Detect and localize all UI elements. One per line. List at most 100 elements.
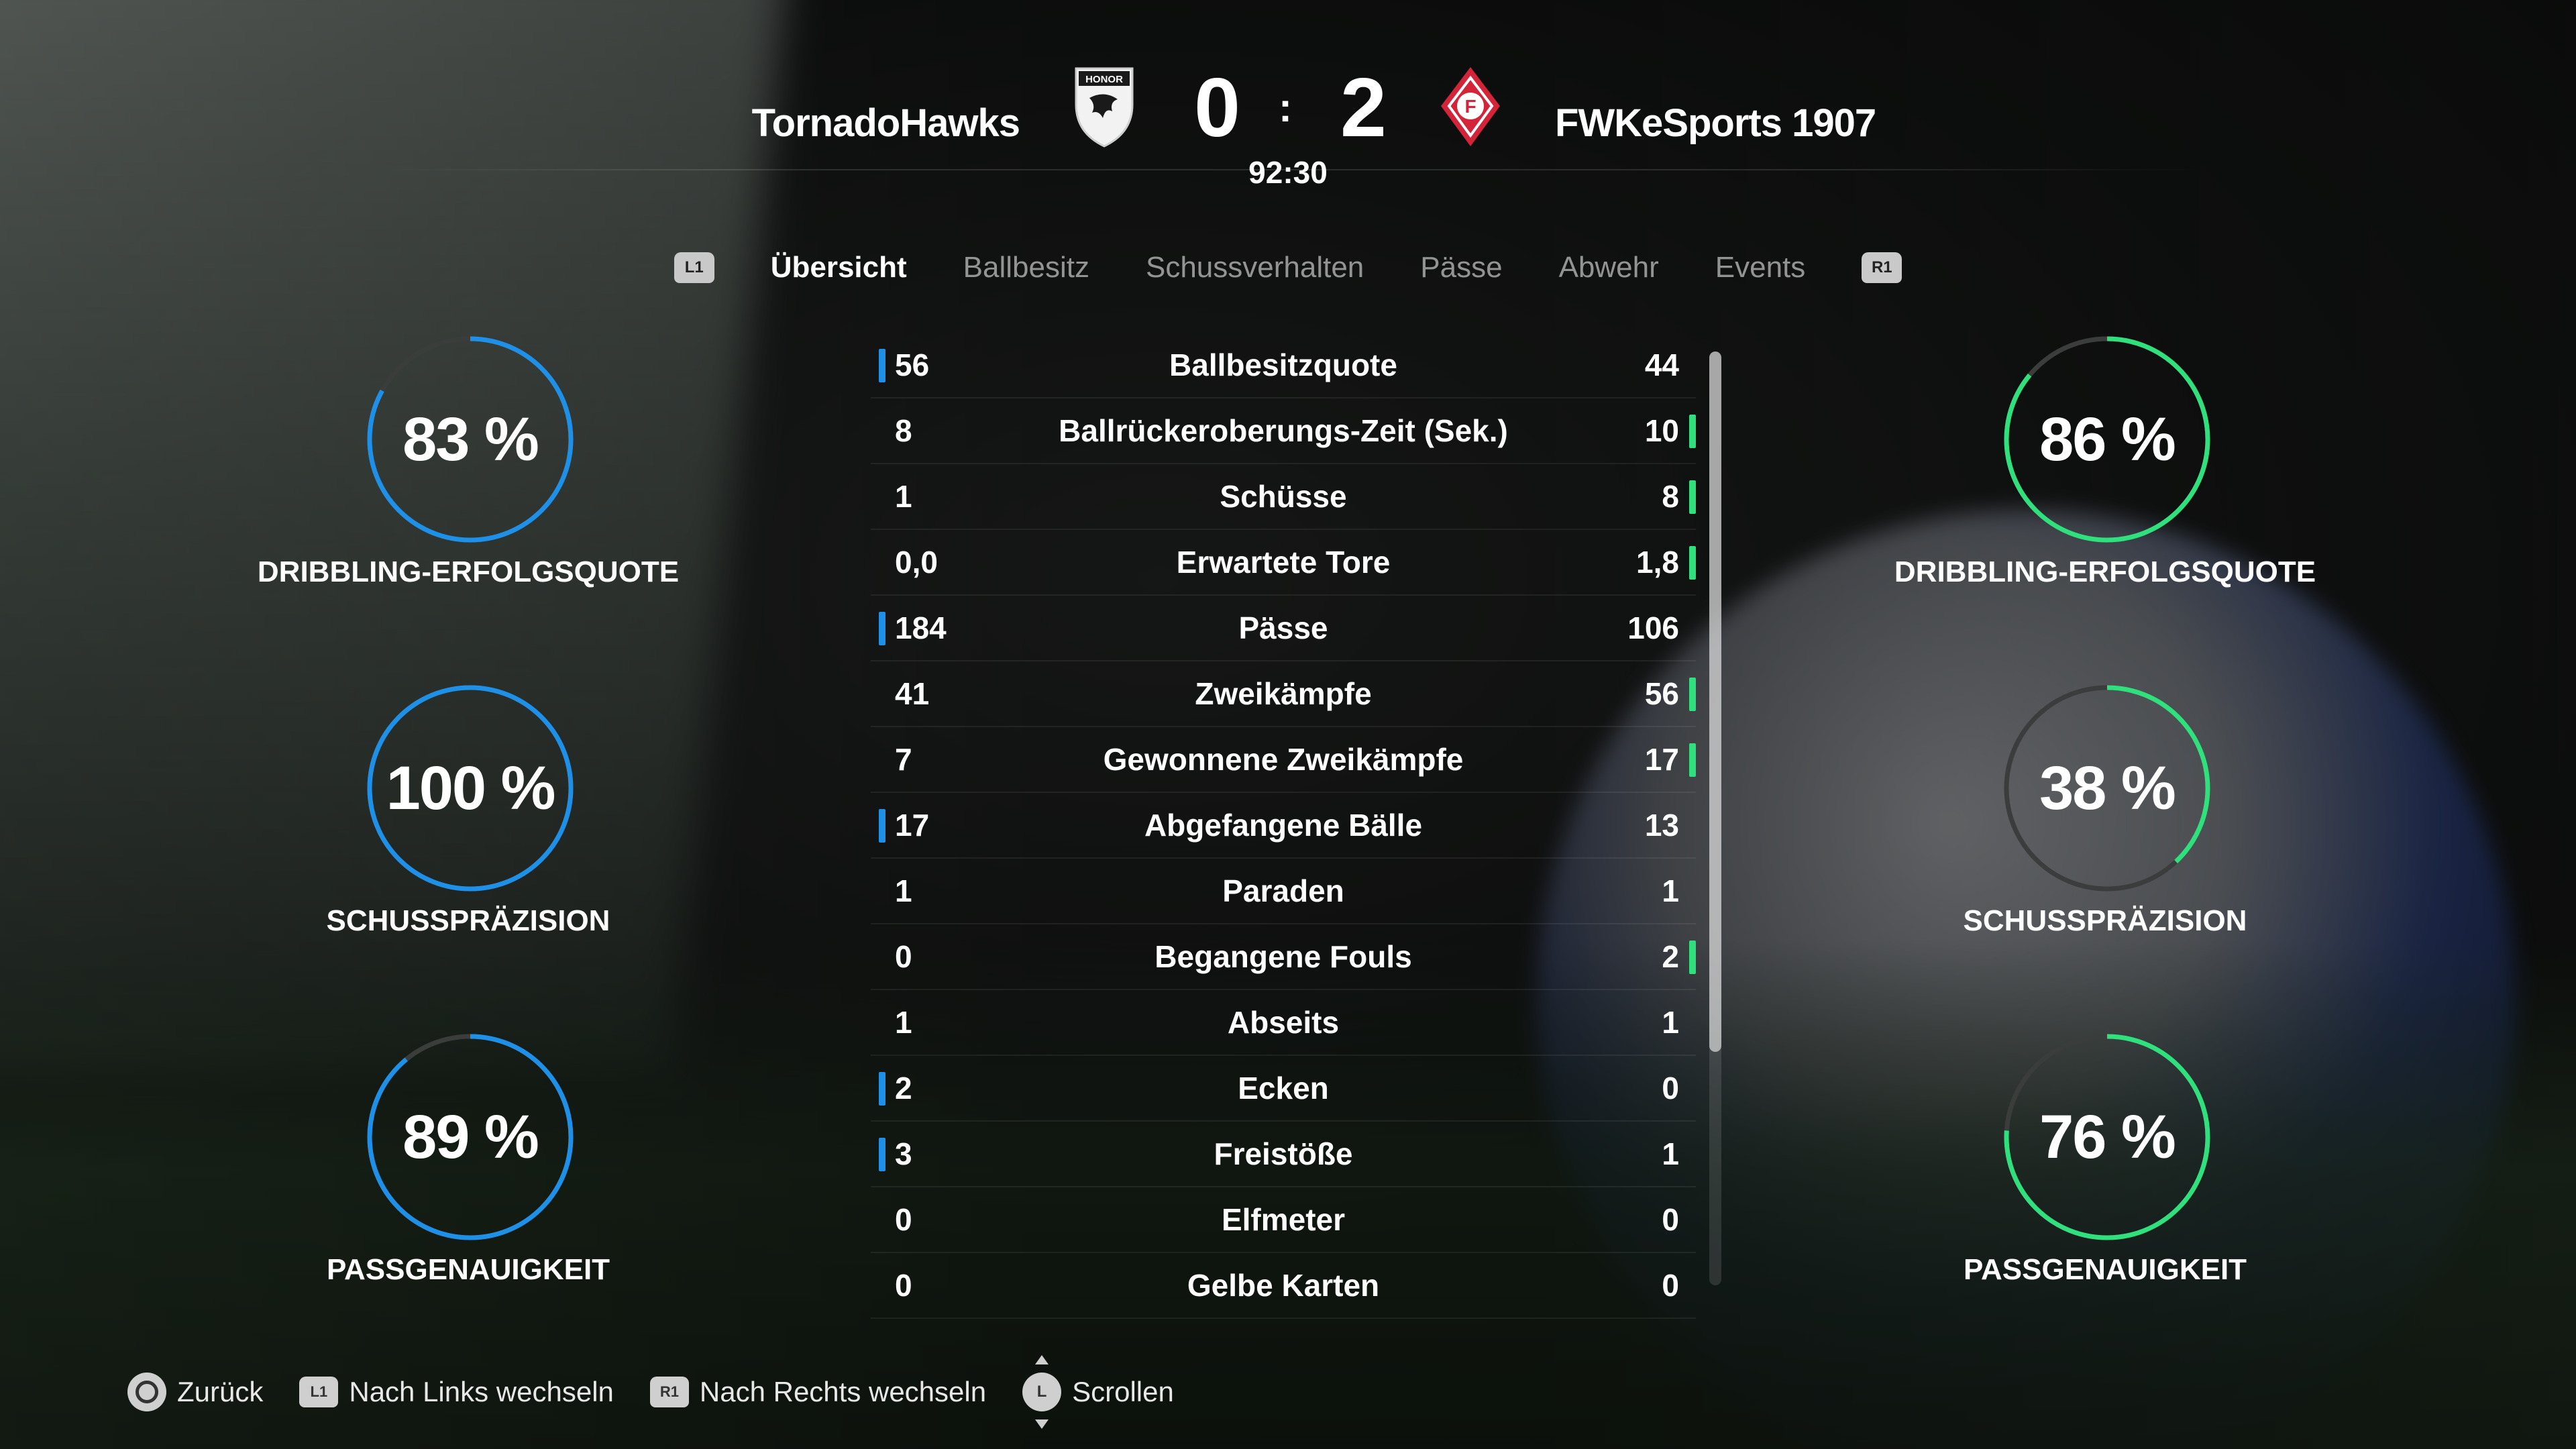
stat-away-value: 1: [1662, 1136, 1679, 1171]
away-performance-rings: 86 % DRIBBLING-ERFOLGSQUOTE 38 % SCHUSSP…: [1864, 335, 2347, 1382]
home-team-name: TornadoHawks: [751, 101, 1020, 145]
stat-label: Ecken: [1238, 1071, 1329, 1106]
away-ring-shot-accuracy: 38 % SCHUSSPRÄZISION: [1864, 684, 2347, 1033]
stat-label: Ballbesitzquote: [1169, 347, 1397, 382]
away-leader-bar: [1689, 415, 1696, 448]
tab-uebersicht[interactable]: Übersicht: [771, 251, 907, 284]
home-shot-accuracy-label: SCHUSSPRÄZISION: [326, 904, 610, 937]
tab-schussverhalten[interactable]: Schussverhalten: [1146, 251, 1364, 284]
stat-label: Gelbe Karten: [1187, 1268, 1380, 1303]
switch-left-button[interactable]: L1 Nach Links wechseln: [299, 1376, 614, 1408]
back-button[interactable]: Zurück: [127, 1373, 263, 1411]
away-ring-dribbling: 86 % DRIBBLING-ERFOLGSQUOTE: [1864, 335, 2347, 684]
stat-row-paraden: 1 Paraden 1: [871, 859, 1696, 924]
away-dribbling-label: DRIBBLING-ERFOLGSQUOTE: [1894, 555, 2316, 588]
scroll-control[interactable]: L Scrollen: [1022, 1355, 1174, 1429]
away-leader-bar: [1689, 480, 1696, 514]
stat-away-value: 17: [1644, 742, 1679, 777]
l1-bumper-icon[interactable]: L1: [674, 252, 714, 283]
home-score: 0: [1194, 62, 1240, 154]
stat-row-abgefangene-baelle: 17 Abgefangene Bälle 13: [871, 793, 1696, 859]
stat-label: Freistöße: [1214, 1136, 1353, 1171]
home-performance-rings: 83 % DRIBBLING-ERFOLGSQUOTE 100 % SCHUSS…: [227, 335, 710, 1382]
tab-events[interactable]: Events: [1715, 251, 1806, 284]
stat-row-schuesse: 1 Schüsse 8: [871, 464, 1696, 530]
stat-row-paesse: 184 Pässe 106: [871, 596, 1696, 661]
stat-label: Schüsse: [1220, 479, 1347, 514]
switch-right-button[interactable]: R1 Nach Rechts wechseln: [649, 1376, 987, 1408]
away-crest-text: F: [1464, 96, 1476, 117]
stat-row-gewonnene-zweikaempfe: 7 Gewonnene Zweikämpfe 17: [871, 727, 1696, 793]
home-ring-dribbling: 83 % DRIBBLING-ERFOLGSQUOTE: [227, 335, 710, 684]
switch-right-label: Nach Rechts wechseln: [699, 1376, 987, 1407]
stats-scrollbar-thumb[interactable]: [1709, 352, 1721, 1052]
stat-label: Elfmeter: [1221, 1202, 1346, 1237]
stat-label: Paraden: [1222, 873, 1344, 908]
header-divider: [376, 169, 2200, 170]
home-pass-accuracy-label: PASSGENAUIGKEIT: [326, 1253, 610, 1286]
home-crest-text: HONOR: [1085, 74, 1123, 85]
away-team-name: FWKeSports 1907: [1555, 101, 1876, 145]
stat-label: Pässe: [1238, 610, 1328, 645]
away-leader-bar: [1689, 743, 1696, 777]
away-leader-bar: [1689, 546, 1696, 580]
stat-away-value: 1: [1662, 1005, 1679, 1040]
stats-tab-bar: L1 Übersicht Ballbesitz Schussverhalten …: [0, 244, 2576, 291]
stat-label: Gewonnene Zweikämpfe: [1103, 742, 1464, 777]
stat-away-value: 1: [1662, 873, 1679, 908]
stat-label: Ballrückeroberungs-Zeit (Sek.): [1059, 413, 1508, 448]
stat-row-elfmeter: 0 Elfmeter 0: [871, 1187, 1696, 1253]
stat-row-gelbe-karten: 0 Gelbe Karten 0: [871, 1253, 1696, 1319]
home-dribbling-label: DRIBBLING-ERFOLGSQUOTE: [257, 555, 680, 588]
stat-away-value: 8: [1662, 479, 1679, 514]
stat-label: Zweikämpfe: [1195, 676, 1372, 711]
r1-bumper-icon[interactable]: R1: [1862, 252, 1902, 283]
stat-away-value: 1,8: [1636, 545, 1679, 580]
away-leader-bar: [1689, 678, 1696, 711]
stat-away-value: 0: [1662, 1071, 1679, 1106]
away-shot-accuracy-label: SCHUSSPRÄZISION: [1963, 904, 2247, 937]
tab-ballbesitz[interactable]: Ballbesitz: [963, 251, 1089, 284]
scroll-label: Scrollen: [1072, 1376, 1174, 1407]
away-ring-pass-accuracy: 76 % PASSGENAUIGKEIT: [1864, 1033, 2347, 1382]
stat-row-ecken: 2 Ecken 0: [871, 1056, 1696, 1122]
home-pass-accuracy-value: 89 %: [402, 1102, 539, 1171]
stat-away-value: 56: [1644, 676, 1679, 711]
r1-button-icon: R1: [649, 1377, 689, 1407]
stats-scrollbar[interactable]: [1709, 352, 1721, 1285]
stat-away-value: 106: [1627, 610, 1679, 645]
stat-away-value: 0: [1662, 1268, 1679, 1303]
stat-row-erwartete-tore: 0,0 Erwartete Tore 1,8: [871, 530, 1696, 596]
home-dribbling-value: 83 %: [402, 405, 539, 474]
stat-away-value: 44: [1644, 347, 1679, 382]
away-pass-accuracy-label: PASSGENAUIGKEIT: [1963, 1253, 2247, 1286]
controller-hints: Zurück L1 Nach Links wechseln R1 Nach Re…: [127, 1355, 1210, 1429]
l1-button-icon: L1: [299, 1377, 339, 1407]
stat-away-value: 0: [1662, 1202, 1679, 1237]
away-score: 2: [1340, 62, 1387, 154]
stat-label: Begangene Fouls: [1155, 939, 1412, 974]
stat-row-ballbesitzquote: 56 Ballbesitzquote 44: [871, 333, 1696, 398]
stat-row-ballrueckeroberung: 8 Ballrückeroberungs-Zeit (Sek.) 10: [871, 398, 1696, 464]
left-stick-icon: L: [1022, 1355, 1062, 1429]
stat-row-zweikaempfe: 41 Zweikämpfe 56: [871, 661, 1696, 727]
home-ring-shot-accuracy: 100 % SCHUSSPRÄZISION: [227, 684, 710, 1033]
home-shot-accuracy-value: 100 %: [386, 753, 556, 822]
stat-row-begangene-fouls: 0 Begangene Fouls 2: [871, 924, 1696, 990]
stat-row-abseits: 1 Abseits 1: [871, 990, 1696, 1056]
scoreboard: TornadoHawks HONOR 0 : 2 F FWKeSports 19…: [0, 47, 2576, 208]
away-team-crest-icon: F: [1441, 67, 1500, 146]
circle-button-icon: [127, 1373, 166, 1411]
stat-row-freistoesse: 3 Freistöße 1: [871, 1122, 1696, 1187]
tab-abwehr[interactable]: Abwehr: [1559, 251, 1659, 284]
match-clock: 92:30: [1248, 155, 1328, 190]
away-pass-accuracy-value: 76 %: [2039, 1102, 2176, 1171]
away-leader-bar: [1689, 941, 1696, 974]
away-dribbling-value: 86 %: [2039, 405, 2176, 474]
tab-paesse[interactable]: Pässe: [1420, 251, 1502, 284]
home-team-crest-icon: HONOR: [1075, 67, 1134, 148]
stat-away-value: 10: [1644, 413, 1679, 448]
score-separator: :: [1279, 85, 1292, 130]
away-shot-accuracy-value: 38 %: [2039, 753, 2176, 822]
back-label: Zurück: [177, 1376, 264, 1407]
